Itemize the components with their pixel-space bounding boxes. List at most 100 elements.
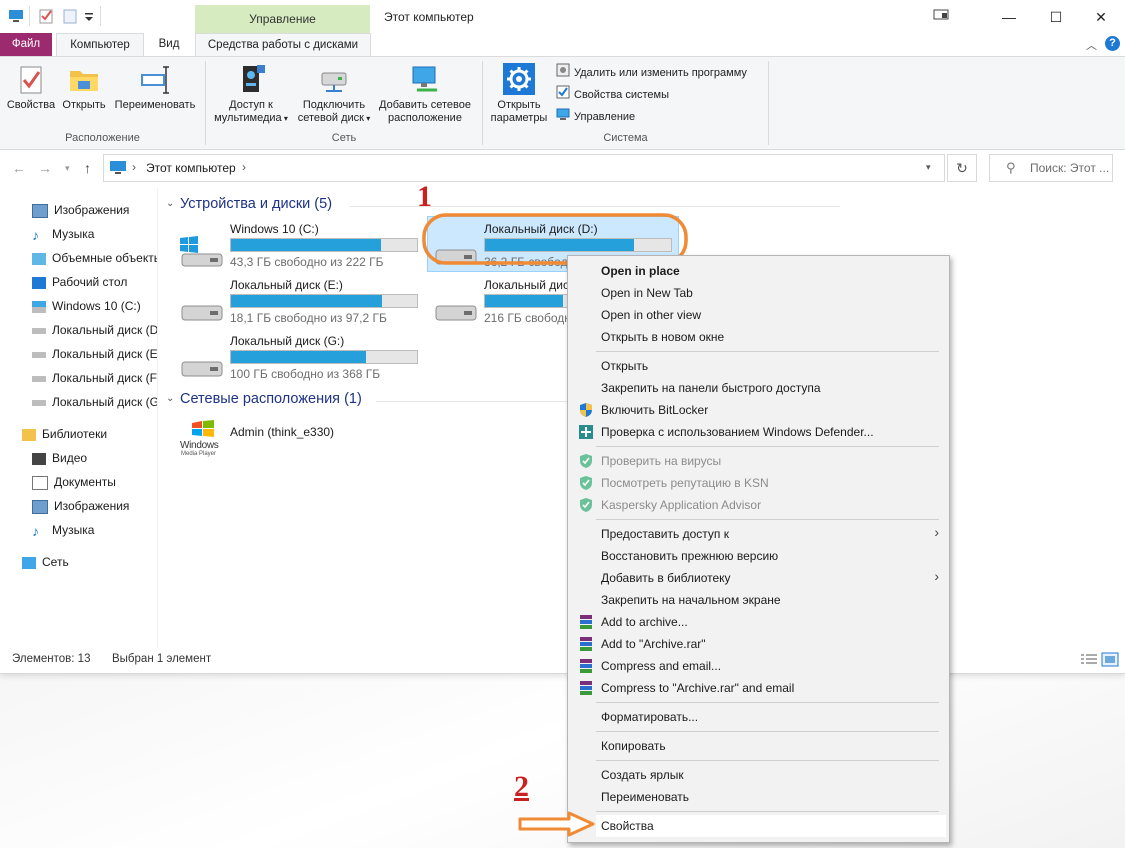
menu-item-add-to-archive-rar[interactable]: Add to "Archive.rar" [601, 633, 706, 655]
video-icon [32, 452, 46, 465]
media-access-button[interactable]: Доступ к мультимедиа ▾ [209, 63, 293, 125]
help-icon[interactable]: ? [1105, 36, 1120, 51]
nav-item-library-music[interactable]: ♪ Музыка [32, 520, 157, 540]
breadcrumb-chevron[interactable]: › [242, 160, 246, 174]
menu-item-windows-defender[interactable]: Проверка с использованием Windows Defend… [601, 421, 874, 443]
nav-item-documents[interactable]: Документы [32, 472, 157, 492]
menu-item-open-in-place[interactable]: Open in place [601, 260, 680, 282]
menu-item-open[interactable]: Открыть [601, 355, 648, 377]
recent-locations-button[interactable]: ▾ [65, 163, 70, 174]
menu-item-properties[interactable]: Свойства [601, 815, 654, 837]
menu-item-open-new-window[interactable]: Открыть в новом окне [601, 326, 724, 348]
annotation-step-2: 2 [514, 770, 529, 803]
menu-item-share-with[interactable]: Предоставить доступ к [601, 523, 729, 545]
menu-item-pin-quick-access[interactable]: Закрепить на панели быстрого доступа [601, 377, 821, 399]
network-group-header[interactable]: Сетевые расположения (1) [180, 391, 362, 407]
search-input[interactable]: ⚲ Поиск: Этот ... [989, 154, 1113, 182]
menu-item-enable-bitlocker[interactable]: Включить BitLocker [601, 399, 708, 421]
nav-item-libraries[interactable]: Библиотеки [22, 424, 157, 444]
menu-item-format[interactable]: Форматировать... [601, 706, 698, 728]
open-settings-button[interactable]: Открыть параметры [487, 63, 551, 125]
drive-usage-fill [231, 239, 381, 251]
new-folder-icon[interactable] [62, 8, 78, 24]
computer-icon[interactable] [8, 8, 24, 24]
large-icons-view-icon[interactable] [1101, 652, 1119, 671]
minimize-button[interactable]: — [986, 4, 1032, 30]
drive-free-space: 18,1 ГБ свободно из 97,2 ГБ [230, 311, 387, 325]
open-button[interactable]: Открыть [58, 63, 110, 112]
nav-item-library-pictures[interactable]: Изображения [32, 496, 157, 516]
refresh-button[interactable]: ↻ [947, 154, 977, 182]
maximize-button[interactable]: ☐ [1033, 4, 1079, 30]
nav-label: Изображения [54, 203, 130, 217]
properties-button[interactable]: Свойства [4, 63, 58, 112]
address-bar[interactable]: › Этот компьютер › ▾ [103, 154, 945, 182]
nav-item-music[interactable]: ♪ Музыка [32, 224, 157, 244]
properties-check-icon[interactable] [38, 8, 54, 24]
drive-usage-fill [485, 295, 564, 307]
customize-qat-icon[interactable] [83, 8, 99, 24]
uninstall-program-button[interactable]: Удалить или изменить программу [556, 63, 747, 81]
back-button[interactable]: ← [12, 160, 26, 176]
tab-computer[interactable]: Компьютер [56, 33, 144, 57]
nav-item-pictures[interactable]: Изображения [32, 200, 157, 220]
qat-divider [29, 6, 30, 26]
rename-button[interactable]: Переименовать [110, 63, 200, 112]
ribbon: Свойства Открыть Переименовать Расположе… [0, 56, 1125, 150]
collapse-group-icon[interactable]: ⌄ [166, 393, 174, 404]
nav-item-network[interactable]: Сеть [22, 552, 157, 572]
close-button[interactable]: ✕ [1078, 4, 1124, 30]
nav-item-drive-f[interactable]: Локальный диск (F:) [32, 368, 157, 388]
forward-button[interactable]: → [38, 160, 52, 176]
nav-item-drive-e[interactable]: Локальный диск (E:) [32, 344, 157, 364]
add-network-location-button[interactable]: Добавить сетевое расположение [375, 63, 475, 125]
menu-item-create-shortcut[interactable]: Создать ярлык [601, 764, 684, 786]
menu-item-ksn-reputation[interactable]: Посмотреть репутацию в KSN [601, 472, 769, 494]
devices-group-header[interactable]: Устройства и диски (5) [180, 196, 332, 212]
nav-item-video[interactable]: Видео [32, 448, 157, 468]
breadcrumb-this-pc[interactable]: Этот компьютер [146, 161, 236, 175]
nav-item-desktop[interactable]: Рабочий стол [32, 272, 157, 292]
drive-usage-bar [230, 350, 418, 364]
map-drive-button[interactable]: Подключить сетевой диск ▾ [295, 63, 373, 125]
up-button[interactable]: ↑ [84, 160, 91, 176]
system-properties-button[interactable]: Свойства системы [556, 85, 669, 103]
winrar-icon [578, 614, 594, 630]
menu-item-restore-previous[interactable]: Восстановить прежнюю версию [601, 545, 778, 567]
collapse-group-icon[interactable]: ⌄ [166, 198, 174, 209]
tab-file[interactable]: Файл [0, 33, 52, 56]
nav-item-drive-c[interactable]: Windows 10 (C:) [32, 296, 157, 316]
menu-item-kaspersky-advisor[interactable]: Kaspersky Application Advisor [601, 494, 761, 516]
tab-disk-tools[interactable]: Средства работы с дисками [195, 33, 371, 57]
drive-icon [178, 292, 224, 329]
menu-item-add-to-library[interactable]: Добавить в библиотеку [601, 567, 731, 589]
search-placeholder: Поиск: Этот ... [1030, 161, 1110, 175]
network-location-admin[interactable]: Windows Media Player Admin (think_e330) [180, 420, 380, 460]
menu-item-add-to-archive[interactable]: Add to archive... [601, 611, 688, 633]
nav-item-drive-g[interactable]: Локальный диск (G:) [32, 392, 157, 412]
settings-gear-icon [503, 63, 535, 95]
nav-item-3d-objects[interactable]: Объемные объекты [32, 248, 157, 268]
menu-item-compress-rar-email[interactable]: Compress to "Archive.rar" and email [601, 677, 794, 699]
winrar-icon [578, 680, 594, 696]
menu-item-rename[interactable]: Переименовать [601, 786, 689, 808]
group-network-label: Сеть [331, 132, 357, 144]
tab-view[interactable]: Вид [146, 33, 192, 56]
menu-item-pin-to-start[interactable]: Закрепить на начальном экране [601, 589, 781, 611]
collapse-ribbon-icon[interactable]: ︿ [1086, 37, 1097, 53]
window-snap-icon[interactable] [933, 8, 951, 25]
menu-item-scan-viruses[interactable]: Проверить на вирусы [601, 450, 721, 472]
context-tab-title: Управление [249, 12, 316, 26]
properties-icon [15, 63, 47, 95]
menu-item-open-in-other-view[interactable]: Open in other view [601, 304, 701, 326]
drive-tile-g[interactable]: Локальный диск (G:) 100 ГБ свободно из 3… [178, 334, 423, 386]
address-dropdown-icon[interactable]: ▾ [926, 162, 931, 173]
drive-tile-e[interactable]: Локальный диск (E:) 18,1 ГБ свободно из … [178, 278, 423, 330]
menu-item-compress-email[interactable]: Compress and email... [601, 655, 721, 677]
details-view-icon[interactable] [1080, 653, 1098, 670]
nav-item-drive-d[interactable]: Локальный диск (D:) [32, 320, 157, 340]
drive-tile-c[interactable]: Windows 10 (C:) 43,3 ГБ свободно из 222 … [178, 222, 423, 274]
menu-item-open-in-new-tab[interactable]: Open in New Tab [601, 282, 693, 304]
menu-item-copy[interactable]: Копировать [601, 735, 666, 757]
manage-button[interactable]: Управление [556, 107, 635, 125]
